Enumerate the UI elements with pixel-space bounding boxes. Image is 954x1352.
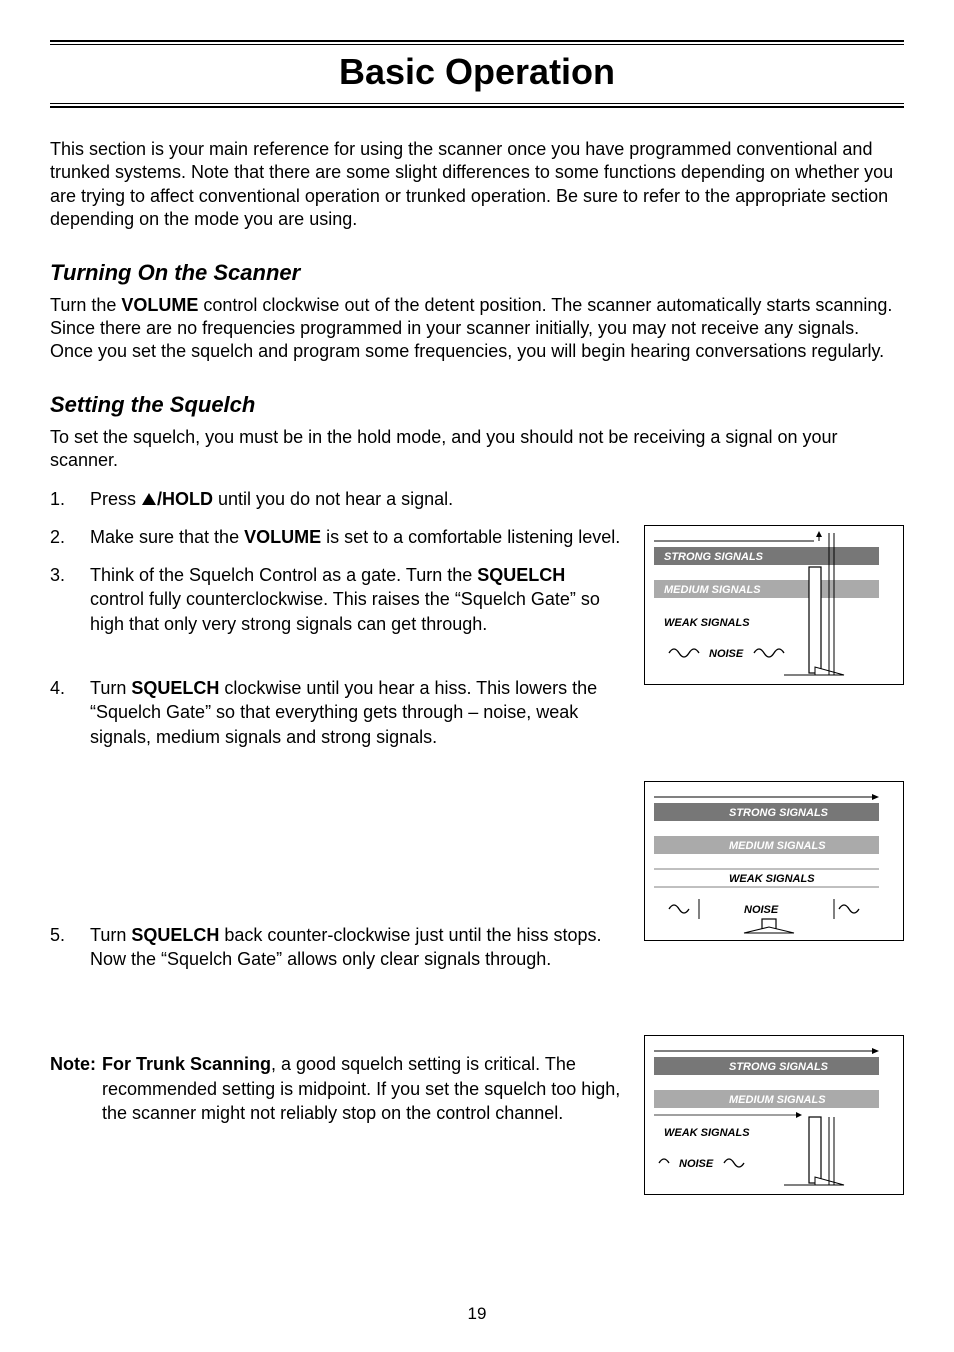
lbl-medium: MEDIUM SIGNALS bbox=[729, 840, 826, 852]
title-inner: Basic Operation bbox=[50, 44, 904, 104]
lbl-weak: WEAK SIGNALS bbox=[664, 617, 750, 629]
heading-squelch: Setting the Squelch bbox=[50, 392, 904, 418]
lbl-strong: STRONG SIGNALS bbox=[729, 807, 829, 819]
page-number: 19 bbox=[0, 1304, 954, 1324]
spacer bbox=[50, 763, 624, 923]
step-2: Make sure that the VOLUME is set to a co… bbox=[50, 525, 624, 549]
step3-pre: Think of the Squelch Control as a gate. … bbox=[90, 565, 477, 585]
step2-pre: Make sure that the bbox=[90, 527, 244, 547]
volume-label: VOLUME bbox=[121, 295, 198, 315]
intro-paragraph: This section is your main reference for … bbox=[50, 138, 904, 232]
lbl-medium: MEDIUM SIGNALS bbox=[664, 584, 761, 596]
step5-pre: Turn bbox=[90, 925, 131, 945]
step4-sq: SQUELCH bbox=[131, 678, 219, 698]
squelch-intro: To set the squelch, you must be in the h… bbox=[50, 426, 904, 473]
lbl-noise: NOISE bbox=[744, 904, 779, 916]
steps-column: Press /HOLD until you do not hear a sign… bbox=[50, 487, 624, 1126]
turning-on-pre: Turn the bbox=[50, 295, 121, 315]
step-4: Turn SQUELCH clockwise until you hear a … bbox=[50, 676, 624, 749]
lbl-noise: NOISE bbox=[679, 1158, 714, 1170]
step3-post: control fully counterclockwise. This rai… bbox=[90, 589, 600, 633]
step1-pre: Press bbox=[90, 489, 141, 509]
lbl-noise: NOISE bbox=[709, 648, 744, 660]
lbl-medium: MEDIUM SIGNALS bbox=[729, 1094, 826, 1106]
step2-vol: VOLUME bbox=[244, 527, 321, 547]
note-label: Note: bbox=[50, 1052, 102, 1125]
squelch-diagram-high: STRONG SIGNALS MEDIUM SIGNALS WEAK SIGNA… bbox=[644, 525, 904, 685]
spacer bbox=[50, 650, 624, 676]
up-triangle-icon bbox=[142, 493, 156, 505]
turning-on-body: Turn the VOLUME control clockwise out of… bbox=[50, 294, 904, 364]
lbl-strong: STRONG SIGNALS bbox=[664, 551, 764, 563]
steps-list: Press /HOLD until you do not hear a sign… bbox=[50, 487, 624, 972]
step4-pre: Turn bbox=[90, 678, 131, 698]
step5-sq: SQUELCH bbox=[131, 925, 219, 945]
note-body: For Trunk Scanning, a good squelch setti… bbox=[102, 1052, 624, 1125]
step-1: Press /HOLD until you do not hear a sign… bbox=[50, 487, 624, 511]
step-5: Turn SQUELCH back counter-clockwise just… bbox=[50, 923, 624, 972]
step1-post: until you do not hear a signal. bbox=[213, 489, 453, 509]
diagram-column: STRONG SIGNALS MEDIUM SIGNALS WEAK SIGNA… bbox=[644, 487, 904, 1195]
squelch-diagram-low: STRONG SIGNALS MEDIUM SIGNALS WEAK SIGNA… bbox=[644, 781, 904, 941]
step2-post: is set to a comfortable listening level. bbox=[321, 527, 620, 547]
squelch-content-row: Press /HOLD until you do not hear a sign… bbox=[50, 487, 904, 1195]
note-bold: For Trunk Scanning bbox=[102, 1054, 271, 1074]
lbl-weak: WEAK SIGNALS bbox=[729, 873, 815, 885]
squelch-diagram-mid: STRONG SIGNALS MEDIUM SIGNALS WEAK SIGNA… bbox=[644, 1035, 904, 1195]
heading-turning-on: Turning On the Scanner bbox=[50, 260, 904, 286]
step1-hold: /HOLD bbox=[157, 489, 213, 509]
lbl-weak: WEAK SIGNALS bbox=[664, 1127, 750, 1139]
title-rule-box: Basic Operation bbox=[50, 40, 904, 108]
lbl-strong: STRONG SIGNALS bbox=[729, 1061, 829, 1073]
note-block: Note: For Trunk Scanning, a good squelch… bbox=[50, 1052, 624, 1125]
page-title: Basic Operation bbox=[339, 51, 615, 92]
step3-sq: SQUELCH bbox=[477, 565, 565, 585]
spacer bbox=[50, 985, 624, 1040]
step-3: Think of the Squelch Control as a gate. … bbox=[50, 563, 624, 636]
